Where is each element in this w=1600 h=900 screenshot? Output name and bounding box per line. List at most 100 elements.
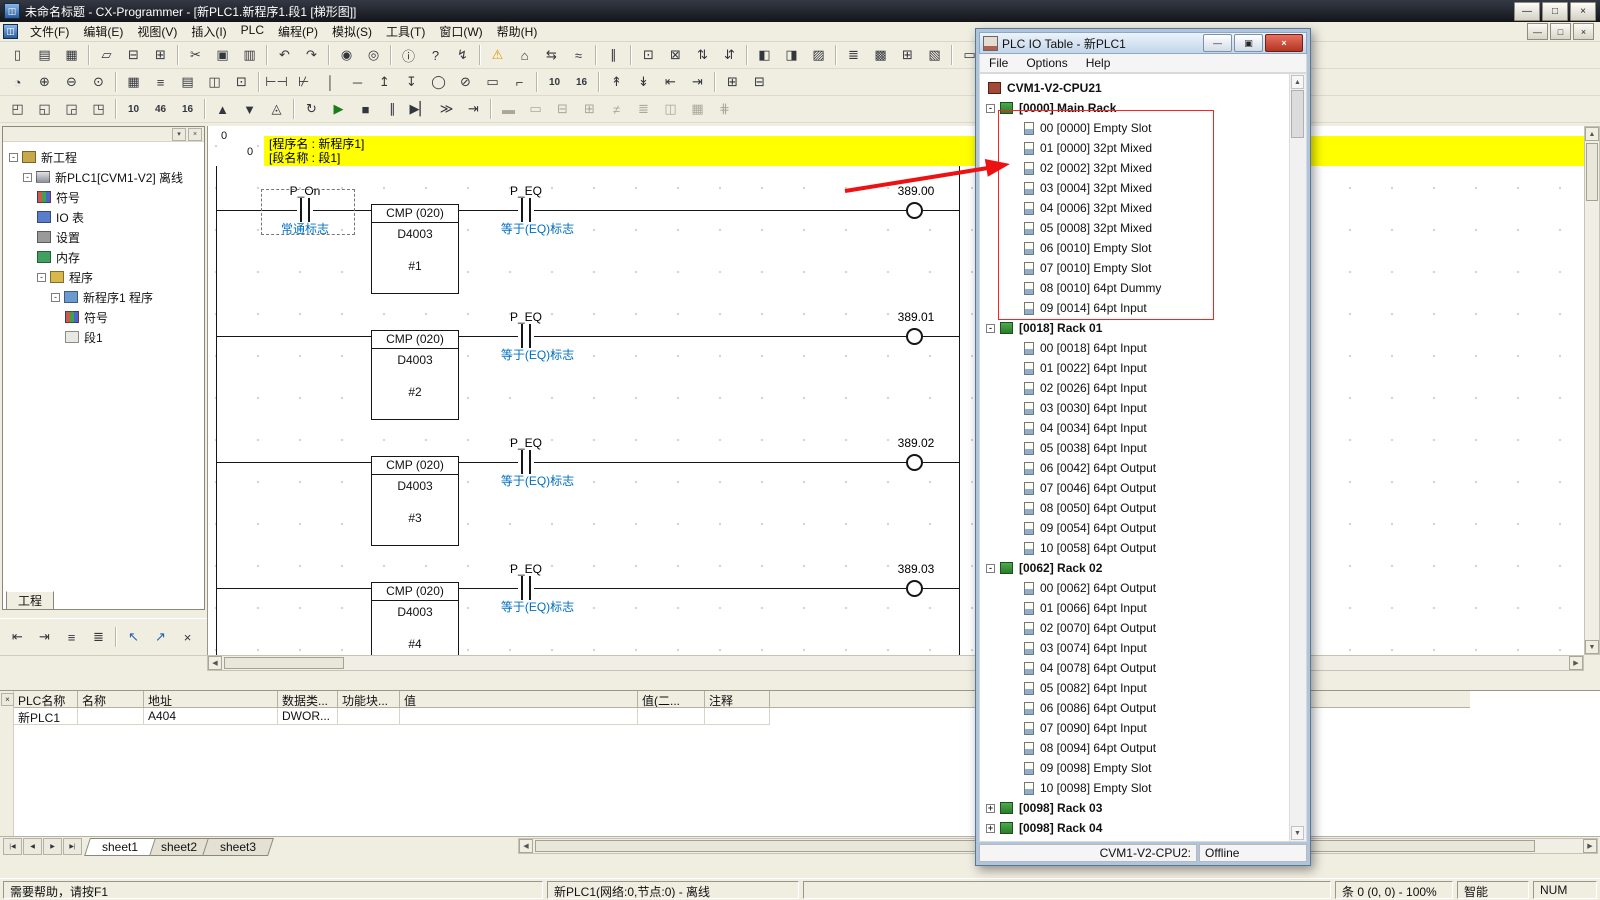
io-window-titlebar[interactable]: PLC IO Table - 新PLC1 — ▣ × [979, 32, 1307, 54]
io-scroll-thumb[interactable] [1291, 90, 1304, 138]
invert-icon[interactable]: ⌐ [507, 70, 532, 94]
sheet-nav-icon-0[interactable]: |◀ [3, 838, 22, 855]
settings-view-icon[interactable]: ▧ [922, 43, 947, 67]
collapse-expander-icon[interactable]: - [51, 293, 60, 302]
watch-cell-2[interactable]: A404 [144, 708, 278, 725]
monitor-hex-icon[interactable]: 16 [175, 97, 200, 121]
set-value-icon[interactable]: ▨ [806, 43, 831, 67]
io-menu-item-file[interactable]: File [980, 56, 1017, 70]
mdi-restore-button[interactable]: □ [1550, 23, 1571, 40]
io-tree-item-8[interactable]: 06 [0010] Empty Slot [980, 238, 1289, 258]
instruction-block-0[interactable]: CMP (020)D4003#1 [371, 204, 459, 294]
tile-horizontal-icon[interactable]: ◱ [32, 97, 57, 121]
new-coil-icon[interactable]: ◯ [426, 70, 451, 94]
step-run-icon[interactable]: ▶▏ [407, 97, 432, 121]
menu-item-0[interactable]: 文件(F) [23, 21, 76, 42]
io-tree-item-4[interactable]: 02 [0002] 32pt Mixed [980, 158, 1289, 178]
io-tree-item-35[interactable]: 10 [0098] Empty Slot [980, 778, 1289, 798]
work-online-simulator-icon[interactable]: ⊡ [636, 43, 661, 67]
io-tree-item-27[interactable]: 02 [0070] 64pt Output [980, 618, 1289, 638]
open-file-icon[interactable]: ▤ [32, 43, 57, 67]
project-tree-item-2[interactable]: 符号 [3, 187, 204, 207]
io-tree-item-22[interactable]: 09 [0054] 64pt Output [980, 518, 1289, 538]
io-tree-item-26[interactable]: 01 [0066] 64pt Input [980, 598, 1289, 618]
zoom-icon[interactable]: ◔ [5, 70, 30, 94]
scroll-down-icon[interactable]: ▼ [1585, 640, 1599, 654]
print-icon[interactable]: ⊟ [121, 43, 146, 67]
maximize-button[interactable]: □ [1542, 2, 1568, 21]
io-tree-item-30[interactable]: 05 [0082] 64pt Input [980, 678, 1289, 698]
watch-close-icon[interactable]: × [1, 693, 14, 706]
watch-column-header-7[interactable]: 注释 [705, 691, 770, 708]
properties-icon[interactable]: ⓘ [396, 43, 421, 67]
io-tree-item-11[interactable]: 09 [0014] 64pt Input [980, 298, 1289, 318]
io-tree-item-16[interactable]: 03 [0030] 64pt Input [980, 398, 1289, 418]
watch-column-header-3[interactable]: 数据类... [278, 691, 338, 708]
online-work-icon[interactable]: ⌂ [512, 43, 537, 67]
project-tree-item-7[interactable]: -新程序1 程序 [3, 287, 204, 307]
project-tree-item-0[interactable]: -新工程 [3, 147, 204, 167]
watch-cell-3[interactable]: DWOR... [278, 708, 338, 725]
project-tree-item-6[interactable]: -程序 [3, 267, 204, 287]
io-tree-item-37[interactable]: +[0098] Rack 04 [980, 818, 1289, 838]
new-window-icon[interactable]: ⊞ [720, 70, 745, 94]
io-close-button[interactable]: × [1265, 34, 1303, 52]
io-minimize-button[interactable]: — [1203, 34, 1232, 52]
decimal-display-icon[interactable]: 10 [542, 70, 567, 94]
download-icon[interactable]: ⇅ [690, 43, 715, 67]
tile-vertical-icon[interactable]: ◲ [59, 97, 84, 121]
go-forward-icon[interactable]: ↗ [148, 625, 173, 649]
cut-icon[interactable]: ✂ [183, 43, 208, 67]
stop-icon[interactable]: ■ [353, 97, 378, 121]
rung-end-icon[interactable]: ⇥ [685, 70, 710, 94]
next-rung-icon[interactable]: ↡ [631, 70, 656, 94]
editor-horizontal-scrollbar[interactable]: ◀ ▶ [207, 655, 1584, 671]
io-tree-item-12[interactable]: -[0018] Rack 01 [980, 318, 1289, 338]
menu-item-7[interactable]: 工具(T) [379, 21, 432, 42]
hex-display-icon[interactable]: 16 [569, 70, 594, 94]
io-menu-item-options[interactable]: Options [1017, 56, 1076, 70]
mdi-minimize-button[interactable]: — [1527, 23, 1548, 40]
io-tree-item-29[interactable]: 04 [0078] 64pt Output [980, 658, 1289, 678]
pulse-icon[interactable]: ◬ [264, 97, 289, 121]
output-coil-0[interactable] [906, 202, 923, 219]
close-button[interactable]: × [1570, 2, 1596, 21]
output-contact-3[interactable] [518, 576, 534, 600]
io-tree-item-32[interactable]: 07 [0090] 64pt Input [980, 718, 1289, 738]
grid-toggle-icon[interactable]: ▦ [121, 70, 146, 94]
output-contact-0[interactable] [518, 198, 534, 222]
pause-icon[interactable]: ∥ [380, 97, 405, 121]
panel-close-icon[interactable]: × [188, 128, 202, 141]
transfer-icon[interactable]: ⇆ [539, 43, 564, 67]
symbols-view-icon[interactable]: ▩ [868, 43, 893, 67]
io-tree-item-15[interactable]: 02 [0026] 64pt Input [980, 378, 1289, 398]
sheet-tab-sheet3[interactable]: sheet3 [202, 838, 274, 856]
watch-column-header-6[interactable]: 值(二... [638, 691, 705, 708]
zoom-in-icon[interactable]: ⊕ [32, 70, 57, 94]
io-tree-item-23[interactable]: 10 [0058] 64pt Output [980, 538, 1289, 558]
context-help-icon[interactable]: ↯ [450, 43, 475, 67]
io-tree-item-14[interactable]: 01 [0022] 64pt Input [980, 358, 1289, 378]
project-tree-item-5[interactable]: 内存 [3, 247, 204, 267]
collapse-expander-icon[interactable]: - [37, 273, 46, 282]
new-closed-coil-icon[interactable]: ⊘ [453, 70, 478, 94]
collapse-expander-icon[interactable]: - [986, 104, 995, 113]
close-window-icon[interactable]: ⊟ [747, 70, 772, 94]
sheet-nav-icon-2[interactable]: ▶ [43, 838, 62, 855]
rung-header-banner[interactable]: [程序名 : 新程序1] [段名称 : 段1] [264, 136, 1584, 166]
expand-expander-icon[interactable]: + [986, 824, 995, 833]
list-view-icon[interactable]: ≣ [86, 625, 111, 649]
watch-column-header-2[interactable]: 地址 [144, 691, 278, 708]
io-tree-item-25[interactable]: 00 [0062] 64pt Output [980, 578, 1289, 598]
io-tree-item-7[interactable]: 05 [0008] 32pt Mixed [980, 218, 1289, 238]
instruction-block-2[interactable]: CMP (020)D4003#3 [371, 456, 459, 546]
instruction-block-1[interactable]: CMP (020)D4003#2 [371, 330, 459, 420]
differential-up-icon[interactable]: ▲ [210, 97, 235, 121]
horizontal-scroll-thumb[interactable] [224, 657, 344, 669]
io-tree-item-38[interactable]: +[0098] Rack 05 [980, 838, 1289, 841]
find-icon[interactable]: ◉ [334, 43, 359, 67]
io-table-view-icon[interactable]: ⊞ [895, 43, 920, 67]
collapse-expander-icon[interactable]: - [23, 173, 32, 182]
io-tree-item-24[interactable]: -[0062] Rack 02 [980, 558, 1289, 578]
scroll-right-icon[interactable]: ▶ [1569, 656, 1583, 670]
